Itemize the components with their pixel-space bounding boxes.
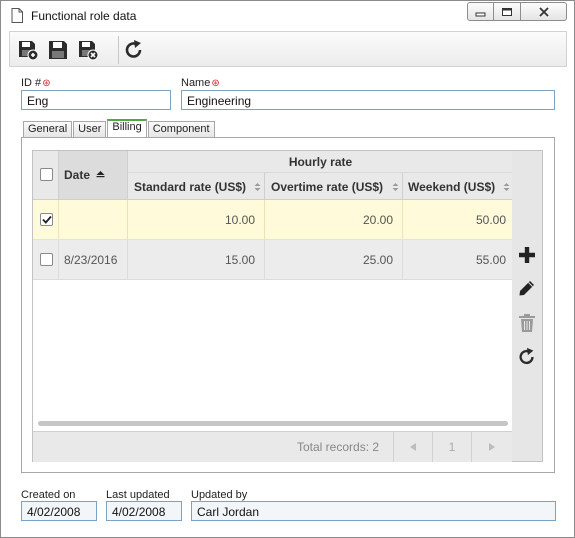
window-controls [467,2,567,22]
tab-strip: General User Billing Component [23,119,216,137]
overtime-rate-column-header[interactable]: Overtime rate (US$) [265,173,403,200]
save-button[interactable] [46,38,70,62]
total-records: Total records: 2 [297,440,380,454]
edit-button[interactable] [517,278,537,298]
id-label-text: ID # [21,77,42,89]
chevron-left-icon [410,443,416,451]
weekend-column-header[interactable]: Weekend (US$) [403,173,513,200]
standard-rate-cell: 15.00 [128,240,265,279]
table-row[interactable]: 10.00 20.00 50.00 [33,200,513,240]
refresh-icon [125,40,142,58]
save-new-icon [19,41,39,61]
maximize-icon [502,7,512,16]
paging-bar: Total records: 2 1 [33,431,513,462]
plus-icon [519,247,535,263]
chevron-right-icon [489,443,495,451]
last-updated-label: Last updated [106,489,170,501]
close-button[interactable] [521,2,567,21]
title-bar: Functional role data [1,1,574,31]
grid-actions-bar [512,150,543,462]
select-all-checkbox[interactable] [40,168,53,181]
weekend-rate-cell: 50.00 [475,213,506,227]
tab-billing[interactable]: Billing [107,119,147,137]
close-icon [538,6,549,17]
overtime-rate-cell: 25.00 [265,240,403,279]
refresh-icon [519,347,534,365]
required-icon: ⊛ [42,78,51,89]
select-all-header [33,151,59,200]
date-column-header[interactable]: Date [59,151,128,200]
created-on-label: Created on [21,489,76,501]
weekend-header-label: Weekend (US$) [408,180,496,194]
id-field[interactable]: Eng [21,90,171,110]
save-close-icon [79,41,99,61]
save-icon [49,41,67,59]
row-checkbox[interactable] [40,253,53,266]
refresh-grid-button[interactable] [517,347,537,367]
table-row[interactable]: 8/23/2016 15.00 25.00 55.00 [33,240,513,280]
sortable-icon [254,183,261,191]
date-cell: 8/23/2016 [59,240,128,279]
row-select-cell [33,240,59,279]
checkmark-icon [41,215,52,224]
date-header-label: Date [64,168,91,182]
previous-page-button[interactable] [394,432,432,462]
overtime-rate-cell: 20.00 [265,200,403,239]
sortable-icon [503,183,510,191]
window-title: Functional role data [31,9,137,23]
last-updated-field: 4/02/2008 [106,501,182,521]
id-label: ID #⊛ [21,77,51,89]
minimize-icon [475,12,485,16]
save-and-new-button[interactable] [16,38,40,62]
save-and-close-button[interactable] [76,38,100,62]
billing-grid: Date Hourly rate Standard rate (US$) Ove… [32,150,513,462]
sort-ascending-icon [96,171,105,178]
page-number: 1 [448,440,456,454]
weekend-rate-cell: 55.00 [475,253,506,267]
delete-button[interactable] [517,313,537,333]
standard-rate-header-label: Standard rate (US$) [134,180,247,194]
horizontal-scrollbar[interactable] [38,421,508,426]
standard-rate-column-header[interactable]: Standard rate (US$) [128,173,265,200]
required-icon: ⊛ [211,78,220,89]
overtime-rate-header-label: Overtime rate (US$) [271,180,384,194]
updated-by-field: Carl Jordan [191,501,556,521]
name-field[interactable]: Engineering [181,90,555,110]
row-select-cell [33,200,59,239]
created-on-field: 4/02/2008 [21,501,97,521]
tab-user[interactable]: User [73,121,107,137]
standard-rate-cell: 10.00 [128,200,265,239]
add-button[interactable] [517,245,537,265]
updated-by-label: Updated by [191,489,248,501]
document-icon [11,8,23,23]
date-cell [59,200,128,239]
toolbar [9,31,567,67]
maximize-button[interactable] [494,2,521,21]
dialog-window: Functional role data ID #⊛ Eng Name⊛ Eng… [0,0,575,538]
tab-general[interactable]: General [23,121,73,137]
minimize-button[interactable] [467,2,494,21]
next-page-button[interactable] [472,432,512,462]
sortable-icon [392,183,399,191]
name-label-text: Name [181,77,211,89]
hourly-rate-group-header: Hourly rate [128,151,513,173]
trash-icon [519,314,535,332]
row-checkbox[interactable] [40,213,53,226]
name-label: Name⊛ [181,77,220,89]
toolbar-separator [118,36,119,64]
refresh-button[interactable] [122,38,146,62]
pencil-icon [519,281,534,296]
tab-component[interactable]: Component [147,121,215,137]
